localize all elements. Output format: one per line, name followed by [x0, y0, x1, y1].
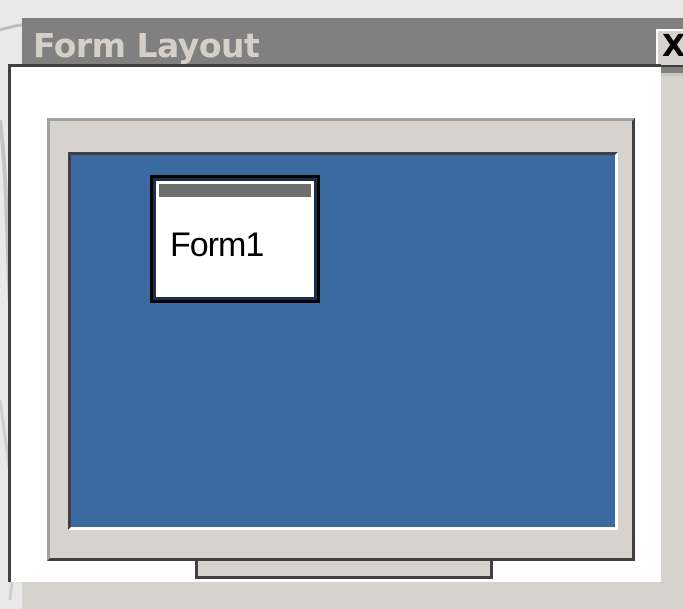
form1-label: Form1	[170, 226, 264, 264]
close-icon: X	[662, 29, 683, 64]
window-title: Form Layout	[33, 26, 260, 65]
form1-window: Form1	[153, 178, 317, 300]
form1-thumbnail[interactable]: Form1	[150, 175, 320, 303]
monitor-stand	[195, 561, 493, 579]
close-button[interactable]: X	[656, 29, 683, 67]
form1-title-bar	[159, 184, 311, 197]
